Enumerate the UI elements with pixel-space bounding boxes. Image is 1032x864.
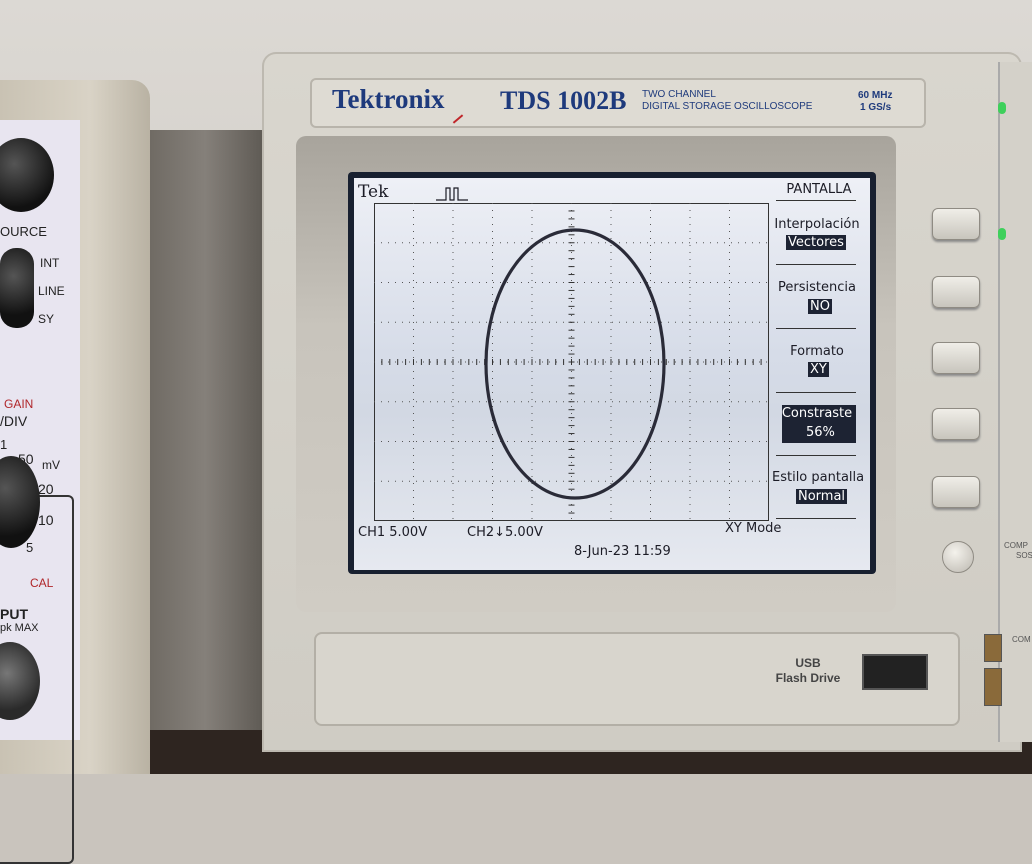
scale-5-label: 5	[26, 540, 34, 555]
menu-contrast-value: 56%	[804, 425, 837, 440]
ext-label: SY	[38, 312, 55, 326]
menu-separator	[776, 264, 856, 265]
menu-display-style-value: Normal	[796, 489, 848, 504]
ch2-scale-readout: CH2↓5.00V	[467, 525, 543, 540]
round-menu-button[interactable]	[942, 541, 974, 573]
menu-display-style-label: Estilo pantalla	[772, 470, 865, 485]
display-brand: Tek	[358, 182, 389, 202]
menu-separator	[776, 392, 856, 393]
menu-persistence-label: Persistencia	[778, 280, 856, 295]
menu-persistence-value: NO	[808, 299, 832, 314]
menu-button-2[interactable]	[932, 276, 980, 308]
trigger-switch[interactable]	[0, 248, 34, 328]
cal-label: CAL	[30, 576, 54, 590]
menu-separator	[776, 200, 856, 201]
model-name: TDS 1002B	[500, 86, 627, 115]
menu-button-3[interactable]	[932, 342, 980, 374]
usb-label: USB Flash Drive	[762, 656, 854, 686]
waveform-graticule	[374, 203, 769, 521]
volts-div-label: /DIV	[0, 413, 28, 429]
bandwidth-label: 60 MHz	[858, 90, 893, 101]
scale-10-label: 10	[38, 512, 54, 528]
menu-button-5[interactable]	[932, 476, 980, 508]
menu-button-1[interactable]	[932, 208, 980, 240]
menu-interpolation-value: Vectores	[786, 235, 846, 250]
menu-title: PANTALLA	[786, 182, 852, 197]
usb-label-line1: USB	[795, 656, 821, 670]
menu-separator	[776, 518, 856, 519]
probe-comp-terminal-bottom[interactable]	[984, 668, 1002, 706]
sos-label: SOS	[1016, 551, 1032, 560]
com-label: COM	[1012, 635, 1031, 644]
max-label: pk MAX	[0, 622, 39, 634]
menu-interpolation-label: Interpolación	[774, 217, 860, 232]
scale-20-label: 20	[38, 481, 54, 497]
usb-port[interactable]	[862, 654, 928, 690]
menu-format-value: XY	[808, 362, 829, 377]
ch1-scale-readout: CH1 5.00V	[358, 525, 428, 540]
brand-logo: Tektronix	[332, 84, 445, 114]
input-label: PUT	[0, 606, 28, 622]
menu-separator	[776, 455, 856, 456]
int-label: INT	[40, 256, 60, 270]
scale-1-label: 1	[0, 437, 8, 452]
trigger-pulse-icon	[436, 187, 468, 201]
xy-mode-readout: XY Mode	[725, 521, 782, 536]
led-indicator-top	[998, 102, 1006, 114]
source-label: OURCE	[0, 224, 47, 239]
menu-contrast-label: Constraste	[781, 406, 853, 421]
mv-label: mV	[42, 458, 60, 472]
menu-separator	[776, 328, 856, 329]
usb-label-line2: Flash Drive	[775, 671, 841, 685]
probe-comp-terminal-top[interactable]	[984, 634, 1002, 662]
model-desc-line2: DIGITAL STORAGE OSCILLOSCOPE	[642, 101, 813, 112]
sample-rate-label: 1 GS/s	[860, 102, 892, 113]
menu-button-4[interactable]	[932, 408, 980, 440]
left-instrument-side	[140, 130, 270, 730]
xy-lissajous-trace	[484, 228, 666, 500]
led-indicator-bottom	[998, 228, 1006, 240]
gain-label: GAIN	[4, 397, 34, 411]
model-desc-line1: TWO CHANNEL	[642, 89, 716, 100]
menu-format-label: Formato	[790, 344, 844, 359]
date-time-readout: 8-Jun-23 11:59	[574, 544, 671, 559]
line-label: LINE	[38, 284, 65, 298]
